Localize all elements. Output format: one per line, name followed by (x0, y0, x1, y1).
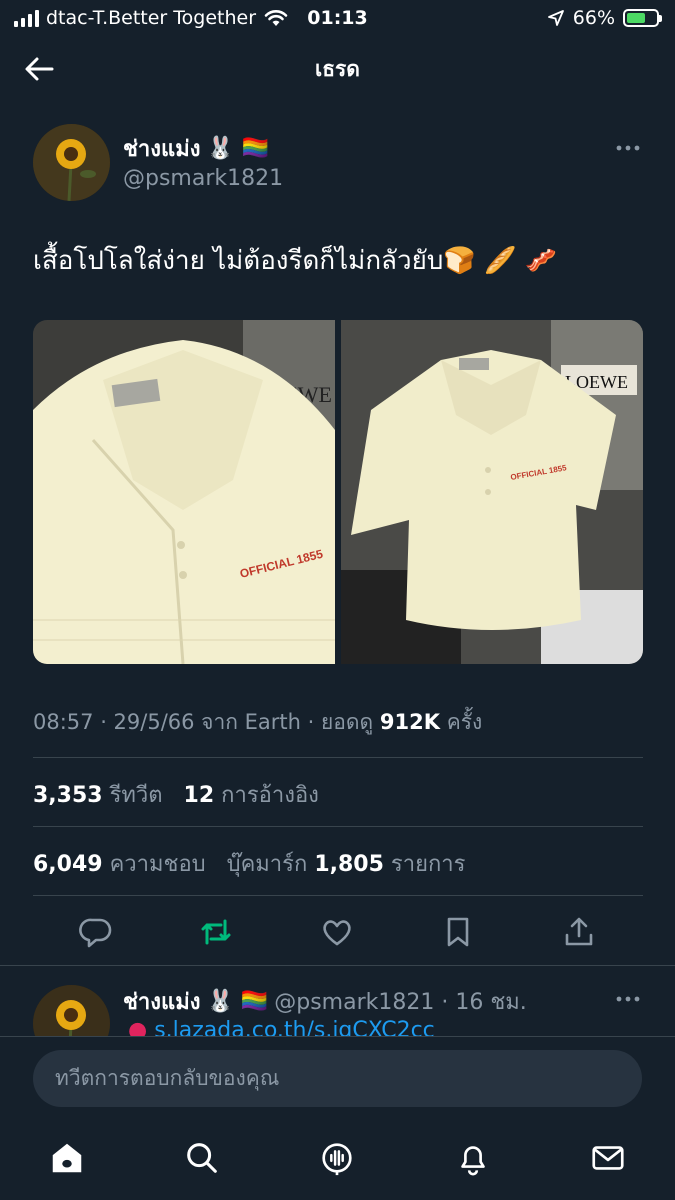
reply-more-options-icon[interactable] (615, 989, 641, 1009)
search-icon (187, 1143, 217, 1173)
tweet-views: 912K (379, 710, 440, 734)
location-arrow-icon (547, 10, 564, 26)
pin-icon: ● (128, 1018, 148, 1036)
divider (33, 757, 643, 758)
notifications-icon (461, 1146, 485, 1176)
author-name[interactable]: ช่างแม่ง 🐰 🏳️‍🌈 (123, 131, 269, 166)
bookmark-button[interactable] (440, 914, 476, 950)
retweet-icon (201, 919, 231, 945)
reply-name-emojis: 🐰 🏳️‍🌈 (206, 989, 269, 1014)
bookmark-count: 1,805 (314, 852, 384, 877)
reply-link-text[interactable]: s.lazada.co.th/s.jgCXC2cc (154, 1018, 435, 1036)
battery-icon (623, 9, 662, 27)
reply-handle-time: @psmark1821 · 16 ชม. (274, 990, 527, 1015)
messages-icon (592, 1146, 624, 1170)
tweet-meta: 08:57 · 29/5/66 จาก Earth · ยอดดู 912K ค… (33, 706, 482, 739)
like-count[interactable]: 6,049 (33, 852, 103, 877)
reply-button[interactable] (78, 914, 114, 950)
tweet-actions (0, 910, 675, 954)
carrier-label: dtac-T.Better Together (46, 7, 257, 29)
media-photo-1[interactable]: LOEWE OFFICIAL 1855 (33, 320, 335, 664)
reply-compose-input[interactable]: ทวีตการตอบกลับของคุณ (33, 1050, 642, 1107)
tweet-timestamp: 08:57 · 29/5/66 จาก Earth · ยอดดู (33, 710, 374, 734)
status-bar: dtac-T.Better Together 01:13 66% (0, 0, 675, 36)
battery-percent: 66% (572, 7, 615, 29)
spaces-icon (322, 1143, 352, 1176)
reply-link[interactable]: ● s.lazada.co.th/s.jgCXC2cc (128, 1018, 435, 1036)
share-button[interactable] (561, 914, 597, 950)
tweet-media[interactable]: LOEWE OFFICIAL 1855 LOEWE OFFIC (33, 320, 643, 664)
back-arrow-icon[interactable] (22, 52, 56, 86)
bookmark-suffix: รายการ (390, 852, 466, 877)
divider (0, 965, 675, 966)
tab-spaces[interactable] (317, 1138, 357, 1178)
reply-icon (79, 918, 112, 948)
tab-bar (0, 1130, 675, 1190)
like-button[interactable] (319, 914, 355, 950)
tweet-text: เสื้อโปโลใส่ง่าย ไม่ต้องรีดก็ไม่กลัวยับ🍞… (33, 246, 557, 276)
page-title: เธรด (315, 56, 360, 81)
author-handle[interactable]: @psmark1821 (123, 166, 283, 191)
share-icon (565, 917, 593, 946)
retweet-label[interactable]: รีทวีต (110, 783, 163, 808)
like-label[interactable]: ความชอบ (110, 852, 206, 877)
more-options-icon[interactable] (615, 138, 641, 158)
bookmark-label: บุ๊คมาร์ก (226, 852, 308, 877)
reply-header[interactable]: ช่างแม่ง 🐰 🏳️‍🌈 @psmark1821 · 16 ชม. (123, 984, 527, 1019)
divider (33, 895, 643, 896)
media-photo-2[interactable]: LOEWE OFFICIAL 1855 (341, 320, 643, 664)
tweet-views-suffix: ครั้ง (446, 710, 483, 734)
thread-header: เธรด (0, 40, 675, 98)
tab-messages[interactable] (588, 1138, 628, 1178)
quote-count[interactable]: 12 (184, 783, 215, 808)
quote-label[interactable]: การอ้างอิง (221, 783, 319, 808)
reply-author-name: ช่างแม่ง (123, 990, 201, 1015)
signal-icon (14, 9, 39, 27)
tab-search[interactable] (182, 1138, 222, 1178)
like-icon (323, 920, 351, 946)
retweet-count[interactable]: 3,353 (33, 783, 103, 808)
divider (33, 826, 643, 827)
wifi-icon (264, 10, 288, 26)
reply-compose-placeholder: ทวีตการตอบกลับของคุณ (55, 1066, 280, 1090)
home-icon (52, 1143, 82, 1173)
bookmark-icon (447, 917, 469, 947)
retweet-button[interactable] (198, 914, 234, 950)
stats-row-likes: 6,049 ความชอบ บุ๊คมาร์ก 1,805 รายการ (33, 846, 465, 881)
name-emojis: 🐰 🏳️‍🌈 (206, 136, 269, 161)
tab-notifications[interactable] (453, 1138, 493, 1178)
avatar[interactable] (33, 124, 110, 201)
stats-row-retweets: 3,353 รีทวีต 12 การอ้างอิง (33, 777, 319, 812)
tab-home[interactable] (47, 1138, 87, 1178)
